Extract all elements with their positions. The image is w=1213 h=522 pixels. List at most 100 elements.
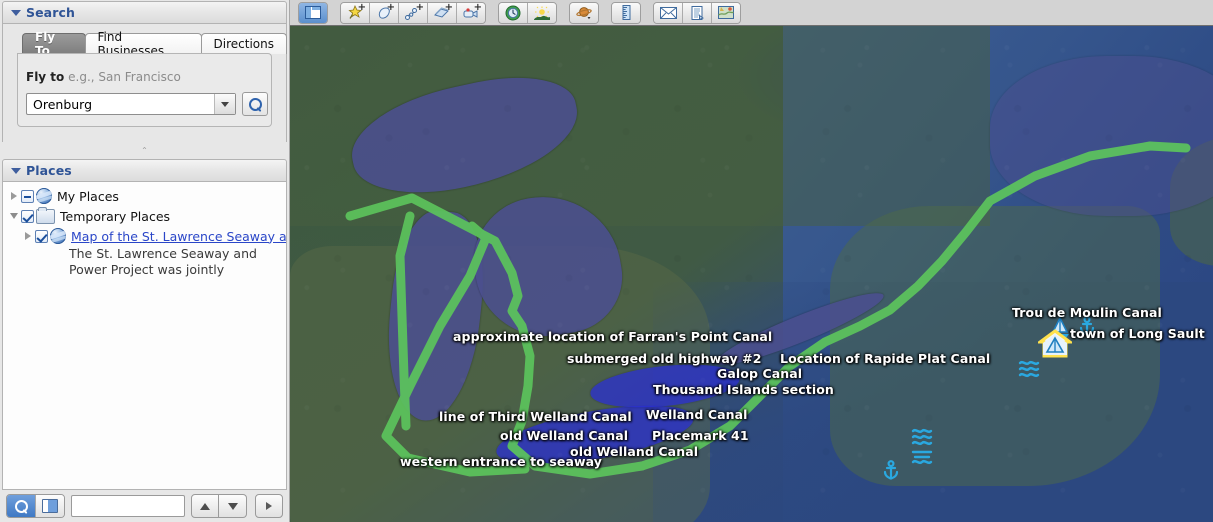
- water-marker-highway2[interactable]: [1018, 356, 1044, 380]
- ruler-button[interactable]: [612, 3, 640, 23]
- record-tour-button[interactable]: +: [456, 3, 485, 23]
- search-panel-body: Fly To Find Businesses Directions Fly to…: [2, 24, 287, 142]
- folder-icon: [36, 209, 55, 224]
- tree-label: My Places: [57, 189, 119, 204]
- map-label: Thousand Islands section: [653, 382, 834, 397]
- list-item[interactable]: My Places: [3, 186, 286, 206]
- ruler-icon: [622, 5, 631, 20]
- tree-label-link[interactable]: Map of the St. Lawrence Seaway an: [71, 229, 287, 244]
- tab-fly-to[interactable]: Fly To: [22, 33, 86, 54]
- search-button[interactable]: [242, 92, 268, 116]
- water-waves-icon: [1018, 356, 1044, 380]
- sidebar: Search Fly To Find Businesses Directions…: [0, 0, 290, 522]
- add-polygon-button[interactable]: +: [369, 3, 398, 23]
- play-triangle-icon: [266, 502, 272, 510]
- places-panel-header[interactable]: Places: [2, 159, 287, 182]
- water-waves-icon: [911, 426, 935, 446]
- sidebar-panel-icon: [305, 6, 321, 19]
- plus-badge: +: [358, 4, 366, 12]
- toolbar-group-add: + + +: [340, 2, 486, 24]
- layers-panel-toggle-button[interactable]: [35, 495, 64, 517]
- anchor-marker-seaway[interactable]: [882, 460, 900, 480]
- printer-icon: [690, 6, 704, 20]
- imagery-texture: [290, 26, 1213, 522]
- map-label: Welland Canal: [646, 407, 748, 422]
- view-in-maps-button[interactable]: [711, 3, 740, 23]
- splitter-grip: ⌃: [138, 148, 152, 153]
- chevron-right-icon[interactable]: [7, 192, 21, 200]
- email-button[interactable]: [654, 3, 682, 23]
- toolbar-group-share: [653, 2, 741, 24]
- triangle-down-icon[interactable]: [11, 10, 21, 16]
- view-in-google-maps-icon: [718, 6, 734, 19]
- add-image-overlay-button[interactable]: +: [427, 3, 456, 23]
- sun-icon: [534, 6, 550, 20]
- fly-to-pane: Fly to e.g., San Francisco Orenburg: [17, 53, 272, 127]
- list-item[interactable]: Temporary Places: [3, 206, 286, 226]
- list-item[interactable]: Map of the St. Lawrence Seaway an: [3, 226, 286, 246]
- globe-icon: [50, 228, 66, 244]
- chevron-right-icon[interactable]: [21, 232, 35, 240]
- sunlight-button[interactable]: [527, 3, 556, 23]
- search-combobox[interactable]: Orenburg: [26, 93, 236, 115]
- search-panel-header[interactable]: Search: [2, 1, 287, 24]
- tab-find-businesses[interactable]: Find Businesses: [85, 33, 202, 54]
- chevron-down-icon[interactable]: [7, 213, 21, 219]
- panel-toggle-group: [6, 494, 65, 518]
- panel-splitter[interactable]: ⌃: [0, 142, 289, 159]
- add-placemark-button[interactable]: +: [341, 3, 369, 23]
- water-marker-welland[interactable]: [911, 426, 935, 446]
- map-label: line of Third Welland Canal: [439, 409, 632, 424]
- fly-to-hint: e.g., San Francisco: [68, 70, 181, 84]
- map-label: approximate location of Farran's Point C…: [453, 329, 772, 344]
- add-path-button[interactable]: +: [398, 3, 427, 23]
- tree-label: Temporary Places: [60, 209, 170, 224]
- plus-badge: +: [445, 4, 453, 12]
- clock-globe-icon: [505, 5, 521, 21]
- layers-panel-icon: [42, 499, 58, 513]
- move-down-button[interactable]: [219, 494, 247, 518]
- search-icon: [15, 500, 28, 513]
- map-label: Placemark 41: [652, 428, 749, 443]
- water-marker-old-welland[interactable]: [911, 446, 935, 466]
- chevron-down-icon[interactable]: [214, 94, 235, 114]
- fly-to-label-row: Fly to e.g., San Francisco: [26, 70, 181, 84]
- toolbar-group-ruler: [611, 2, 641, 24]
- snippet-line-1: The St. Lawrence Seaway and: [3, 246, 286, 262]
- play-tour-button[interactable]: [255, 494, 283, 518]
- triangle-down-icon[interactable]: [11, 168, 21, 174]
- tab-directions[interactable]: Directions: [201, 33, 287, 54]
- map-label: Location of Rapide Plat Canal: [780, 351, 990, 366]
- search-row: Orenburg: [26, 92, 268, 116]
- home-placemark-selected[interactable]: [1038, 329, 1072, 359]
- toggle-sidebar-button[interactable]: [299, 3, 327, 23]
- opacity-slider[interactable]: [71, 495, 185, 517]
- toolbar-group-planet: [569, 2, 599, 24]
- planet-icon: [576, 6, 593, 20]
- snippet-line-2: Power Project was jointly: [3, 262, 286, 278]
- plus-badge: +: [416, 4, 424, 12]
- map-label: Trou de Moulin Canal: [1012, 305, 1162, 320]
- search-panel-toggle-button[interactable]: [7, 495, 35, 517]
- checkbox-my-places[interactable]: [21, 190, 34, 203]
- plus-badge: +: [474, 4, 482, 12]
- arrow-up-icon: [200, 503, 210, 510]
- switch-planet-button[interactable]: [570, 3, 598, 23]
- globe-icon: [36, 188, 52, 204]
- map-label: Galop Canal: [717, 366, 802, 381]
- search-input[interactable]: Orenburg: [27, 97, 214, 112]
- print-button[interactable]: [682, 3, 711, 23]
- anchor-icon: [882, 460, 900, 480]
- main-area: + + +: [290, 0, 1213, 522]
- historical-imagery-button[interactable]: [499, 3, 527, 23]
- map-label: submerged old highway #2: [567, 351, 762, 366]
- move-up-button[interactable]: [191, 494, 219, 518]
- search-icon: [249, 98, 262, 111]
- search-panel-title: Search: [26, 5, 75, 20]
- toolbar-group-time: [498, 2, 557, 24]
- water-waves-icon: [911, 446, 935, 466]
- map-toolbar: + + +: [290, 0, 1213, 26]
- checkbox-seaway-map[interactable]: [35, 230, 48, 243]
- checkbox-temporary-places[interactable]: [21, 210, 34, 223]
- map-viewport[interactable]: Trou de Moulin Canal town of Long Sault …: [290, 26, 1213, 522]
